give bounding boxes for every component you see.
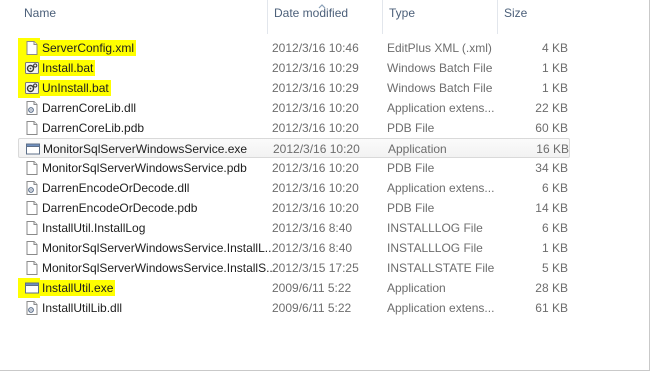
column-header-name[interactable]: Name bbox=[18, 0, 268, 34]
document-icon bbox=[24, 40, 40, 56]
file-size: 16 KB bbox=[536, 142, 569, 156]
file-name[interactable]: InstallUtilLib.dll bbox=[42, 298, 272, 318]
document-icon bbox=[24, 200, 40, 216]
file-row[interactable]: MonitorSqlServerWindowsService.exe 2012/3… bbox=[18, 138, 570, 158]
file-date-modified: 2009/6/11 5:22 bbox=[272, 301, 352, 315]
file-size: 14 KB bbox=[535, 201, 568, 215]
column-header-bar: Name Date modified Type Size bbox=[0, 0, 600, 34]
file-name-highlight: UnInstall.bat bbox=[40, 80, 111, 96]
file-name-highlight: ServerConfig.xml bbox=[40, 40, 137, 56]
file-name[interactable]: DarrenCoreLib.dll bbox=[42, 98, 272, 118]
application-icon bbox=[24, 280, 40, 296]
file-row[interactable]: InstallUtil.InstallLog 2012/3/16 8:40 INST… bbox=[18, 218, 570, 238]
file-date-modified: 2012/3/15 17:25 bbox=[272, 261, 359, 275]
column-header-size[interactable]: Size bbox=[497, 0, 577, 34]
application-icon bbox=[25, 141, 41, 157]
document-icon bbox=[24, 260, 40, 276]
file-date-modified: 2009/6/11 5:22 bbox=[272, 281, 352, 295]
file-size: 1 KB bbox=[541, 241, 568, 255]
column-header-type-label: Type bbox=[389, 6, 416, 20]
file-row[interactable]: MonitorSqlServerWindowsService.pdb 2012/3… bbox=[18, 158, 570, 178]
file-row[interactable]: DarrenCoreLib.pdb 2012/3/16 10:20 PDB File… bbox=[18, 118, 570, 138]
file-name[interactable]: DarrenEncodeOrDecode.dll bbox=[42, 178, 272, 198]
file-size: 1 KB bbox=[541, 61, 568, 75]
document-icon bbox=[24, 220, 40, 236]
file-size: 28 KB bbox=[535, 281, 568, 295]
file-date-modified: 2012/3/16 10:20 bbox=[272, 201, 359, 215]
dll-icon bbox=[24, 180, 40, 196]
gear-script-icon bbox=[24, 60, 40, 76]
file-list-view: Name Date modified Type Size ServerConfi… bbox=[0, 0, 650, 371]
file-date-modified: 2012/3/16 10:46 bbox=[272, 41, 359, 55]
column-header-size-label: Size bbox=[504, 6, 528, 20]
file-name[interactable]: DarrenEncodeOrDecode.pdb bbox=[42, 198, 272, 218]
file-date-modified: 2012/3/16 10:20 bbox=[272, 161, 359, 175]
file-row[interactable]: InstallUtilLib.dll 2009/6/11 5:22 Applicat… bbox=[18, 298, 570, 318]
dll-icon bbox=[24, 300, 40, 316]
file-date-modified: 2012/3/16 10:29 bbox=[272, 81, 359, 95]
column-header-name-label: Name bbox=[24, 6, 57, 20]
file-name[interactable]: ServerConfig.xml bbox=[40, 38, 272, 58]
file-name[interactable]: InstallUtil.InstallLog bbox=[42, 218, 272, 238]
file-size: 22 KB bbox=[535, 101, 568, 115]
file-name[interactable]: DarrenCoreLib.pdb bbox=[42, 118, 272, 138]
file-date-modified: 2012/3/16 8:40 bbox=[272, 221, 353, 235]
file-size: 1 KB bbox=[541, 81, 568, 95]
file-size: 4 KB bbox=[541, 41, 568, 55]
file-row[interactable]: Install.bat 2012/3/16 10:29 Windows Batch … bbox=[18, 58, 570, 78]
file-size: 60 KB bbox=[535, 121, 568, 135]
file-date-modified: 2012/3/16 10:20 bbox=[272, 181, 359, 195]
file-size: 34 KB bbox=[535, 161, 568, 175]
column-header-type[interactable]: Type bbox=[382, 0, 497, 34]
file-size: 6 KB bbox=[541, 181, 568, 195]
file-row[interactable]: ServerConfig.xml 2012/3/16 10:46 EditPlus … bbox=[18, 38, 570, 58]
file-name[interactable]: MonitorSqlServerWindowsService.InstallS.… bbox=[42, 258, 276, 278]
document-icon bbox=[24, 240, 40, 256]
file-name[interactable]: InstallUtil.exe bbox=[40, 278, 272, 298]
file-row[interactable]: DarrenCoreLib.dll 2012/3/16 10:20 Applicat… bbox=[18, 98, 570, 118]
sort-chevron-icon bbox=[318, 4, 326, 9]
file-row[interactable]: MonitorSqlServerWindowsService.InstallL.… bbox=[18, 238, 570, 258]
file-name-highlight: Install.bat bbox=[40, 60, 96, 76]
file-row[interactable]: DarrenEncodeOrDecode.dll 2012/3/16 10:20 A… bbox=[18, 178, 570, 198]
file-size: 61 KB bbox=[535, 301, 568, 315]
file-date-modified: 2012/3/16 10:20 bbox=[273, 142, 360, 156]
file-date-modified: 2012/3/16 10:20 bbox=[272, 121, 359, 135]
file-date-modified: 2012/3/16 8:40 bbox=[272, 241, 353, 255]
file-name[interactable]: MonitorSqlServerWindowsService.InstallL.… bbox=[42, 238, 275, 258]
file-name[interactable]: MonitorSqlServerWindowsService.pdb bbox=[42, 158, 272, 178]
file-name[interactable]: MonitorSqlServerWindowsService.exe bbox=[43, 139, 273, 159]
file-date-modified: 2012/3/16 10:20 bbox=[272, 101, 359, 115]
document-icon bbox=[24, 160, 40, 176]
file-name-highlight: InstallUtil.exe bbox=[40, 280, 116, 296]
file-name[interactable]: Install.bat bbox=[40, 58, 272, 78]
file-date-modified: 2012/3/16 10:29 bbox=[272, 61, 359, 75]
gear-script-icon bbox=[24, 80, 40, 96]
file-row[interactable]: DarrenEncodeOrDecode.pdb 2012/3/16 10:20 P… bbox=[18, 198, 570, 218]
file-row[interactable]: InstallUtil.exe 2009/6/11 5:22 Application… bbox=[18, 278, 570, 298]
file-size: 5 KB bbox=[541, 261, 568, 275]
column-header-date-label: Date modified bbox=[274, 6, 349, 20]
document-icon bbox=[24, 120, 40, 136]
dll-icon bbox=[24, 100, 40, 116]
file-name[interactable]: UnInstall.bat bbox=[40, 78, 272, 98]
file-size: 6 KB bbox=[541, 221, 568, 235]
file-row[interactable]: MonitorSqlServerWindowsService.InstallS.… bbox=[18, 258, 570, 278]
file-row[interactable]: UnInstall.bat 2012/3/16 10:29 Windows Batc… bbox=[18, 78, 570, 98]
